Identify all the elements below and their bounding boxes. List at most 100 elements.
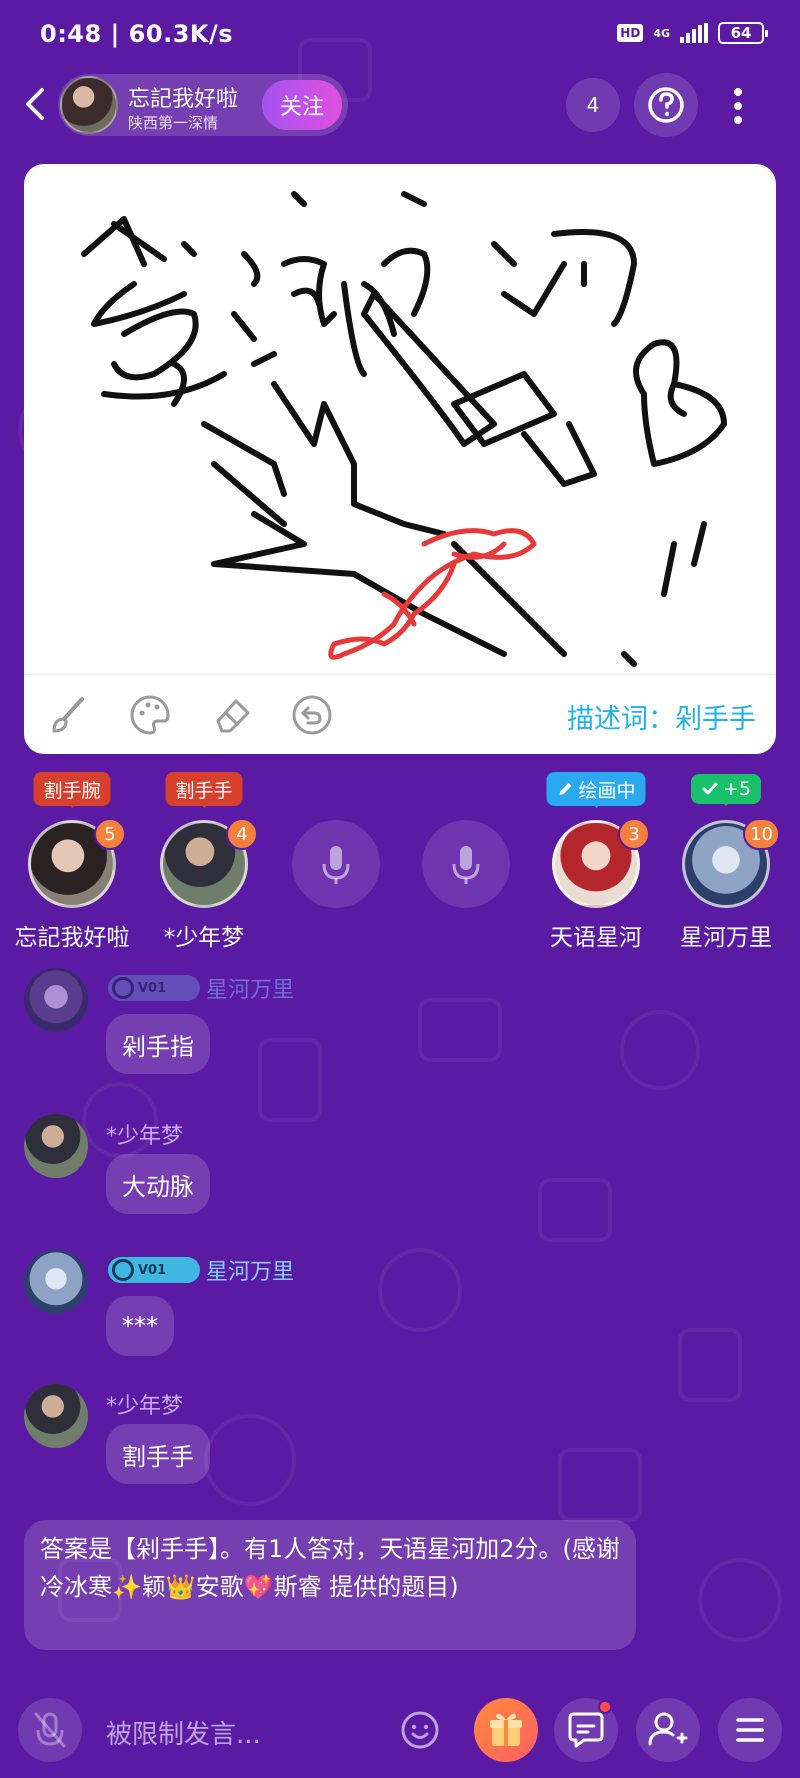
empty-seat[interactable] [422,820,510,908]
seat-3-empty[interactable] [270,770,402,950]
signal-icon [680,23,708,43]
avatar[interactable] [24,1250,88,1314]
chat-username[interactable]: *少年梦 [106,1388,183,1420]
question-icon [648,87,684,123]
microphone-icon [322,846,350,884]
seat-name: 星河万里 [680,925,772,951]
chat-bubble: 大动脉 [106,1154,210,1214]
check-icon [702,782,718,795]
chat-bubble: 割手手 [106,1424,210,1484]
seat-6[interactable]: +5 10 星河万里 [660,770,792,951]
seat-name: 忘記我好啦 [14,925,130,951]
drawing-status-tag: 绘画中 [546,772,646,806]
avatar[interactable] [24,968,88,1032]
seat-1[interactable]: 割手腕 5 忘記我好啦 [6,770,138,951]
drawing-canvas[interactable]: 描述词：剁手手 [24,164,776,754]
chat-message: V01 星河万里 *** [24,1250,724,1370]
chat-meta: V01 星河万里 [108,1254,294,1286]
undo-icon [292,695,332,735]
avatar[interactable] [24,1384,88,1448]
gift-button[interactable] [474,1698,538,1762]
host-avatar[interactable] [60,76,118,134]
pencil-icon [559,783,572,795]
drawing-toolbar: 描述词：剁手手 [24,674,776,754]
seat-score: 10 [743,818,780,850]
hint-label: 描述词：剁手手 [567,704,756,735]
eraser-tool[interactable] [210,693,254,737]
player-seats: 割手腕 5 忘記我好啦 割手手 4 *少年梦 绘画中 3 天语星河 +5 10 … [0,770,800,951]
bonus-label: +5 [722,778,752,800]
sketch-drawing [81,191,727,667]
chat-username[interactable]: 星河万里 [206,972,294,1004]
chat-message: V01 星河万里 剁手指 [24,968,724,1088]
more-menu-button[interactable] [718,84,758,128]
bonus-tag: +5 [690,774,762,804]
hd-badge: HD [617,24,644,42]
level-badge: V01 [108,975,200,1001]
seat-5[interactable]: 绘画中 3 天语星河 [530,770,662,951]
seat-score: 3 [618,818,650,850]
chat-message: *少年梦 割手手 [24,1384,724,1504]
microphone-icon [452,846,480,884]
follow-button[interactable]: 关注 [262,80,342,130]
chat-meta: *少年梦 [106,1388,183,1420]
seat-answer-tag: 割手手 [165,772,243,806]
host-subtitle: 陕西第一深情 [128,114,219,132]
eraser-icon [216,699,250,733]
chevron-left-icon [26,88,44,120]
room-header: 忘記我好啦 陕西第一深情 关注 4 [0,70,800,140]
add-user-icon [648,1712,688,1746]
undo-tool[interactable] [290,693,334,737]
mic-muted-button[interactable] [18,1698,82,1762]
badge-label: V01 [138,1262,167,1278]
emoji-button[interactable] [392,1702,448,1758]
chat-meta: V01 星河万里 [108,972,294,1004]
chat-messages-button[interactable] [554,1698,618,1762]
chat-meta: *少年梦 [106,1118,183,1150]
empty-seat[interactable] [292,820,380,908]
seat-answer-tag: 割手腕 [33,772,111,806]
chat-username[interactable]: *少年梦 [106,1118,183,1150]
seat-score: 4 [226,818,258,850]
emoji-icon [401,1711,439,1749]
help-button[interactable] [634,73,698,137]
seat-4-empty[interactable] [400,770,532,950]
chat-message: *少年梦 大动脉 [24,1114,724,1234]
seat-name: *少年梦 [163,925,245,951]
palette-icon [130,695,170,735]
seat-2[interactable]: 割手手 4 *少年梦 [138,770,270,951]
menu-icon [736,1718,764,1742]
status-time-speed: 0:48 | 60.3K/s [40,20,234,48]
level-badge: V01 [108,1257,200,1283]
answer-system-message: 答案是【剁手手】。有1人答对，天语星河加2分。(感谢 冷冰寒✨颖👑安歌💖斯睿 提… [24,1520,636,1650]
network-label: 4G [653,26,670,40]
menu-button[interactable] [718,1698,782,1762]
gift-icon [490,1713,522,1746]
badge-label: V01 [138,980,167,996]
bottom-bar: 被限制发言... [0,1686,800,1770]
brush-tool[interactable] [46,693,90,737]
palette-tool[interactable] [128,693,172,737]
back-button[interactable] [16,84,56,124]
host-name: 忘記我好啦 [128,87,239,112]
brush-icon [52,697,84,733]
chat-bubble: 剁手指 [106,1014,210,1074]
battery-level: 64 [730,24,752,42]
status-bar: 0:48 | 60.3K/s HD 4G 64 [0,0,800,70]
seat-status-label: 绘画中 [578,779,636,802]
battery-icon: 64 [718,22,768,44]
chat-username[interactable]: 星河万里 [206,1254,294,1286]
seat-score: 5 [94,818,126,850]
notification-dot [598,1700,612,1714]
chat-bubble: *** [106,1296,174,1356]
badge-ring-icon [112,1259,134,1281]
badge-ring-icon [112,977,134,999]
mic-off-icon [34,1712,66,1748]
online-count[interactable]: 4 [566,78,620,132]
status-icons: HD 4G 64 [617,22,768,44]
avatar[interactable] [24,1114,88,1178]
host-profile[interactable]: 忘記我好啦 陕西第一深情 关注 [58,74,348,136]
more-vertical-icon [734,88,742,124]
chat-input[interactable]: 被限制发言... [106,1714,261,1751]
add-friend-button[interactable] [636,1698,700,1762]
